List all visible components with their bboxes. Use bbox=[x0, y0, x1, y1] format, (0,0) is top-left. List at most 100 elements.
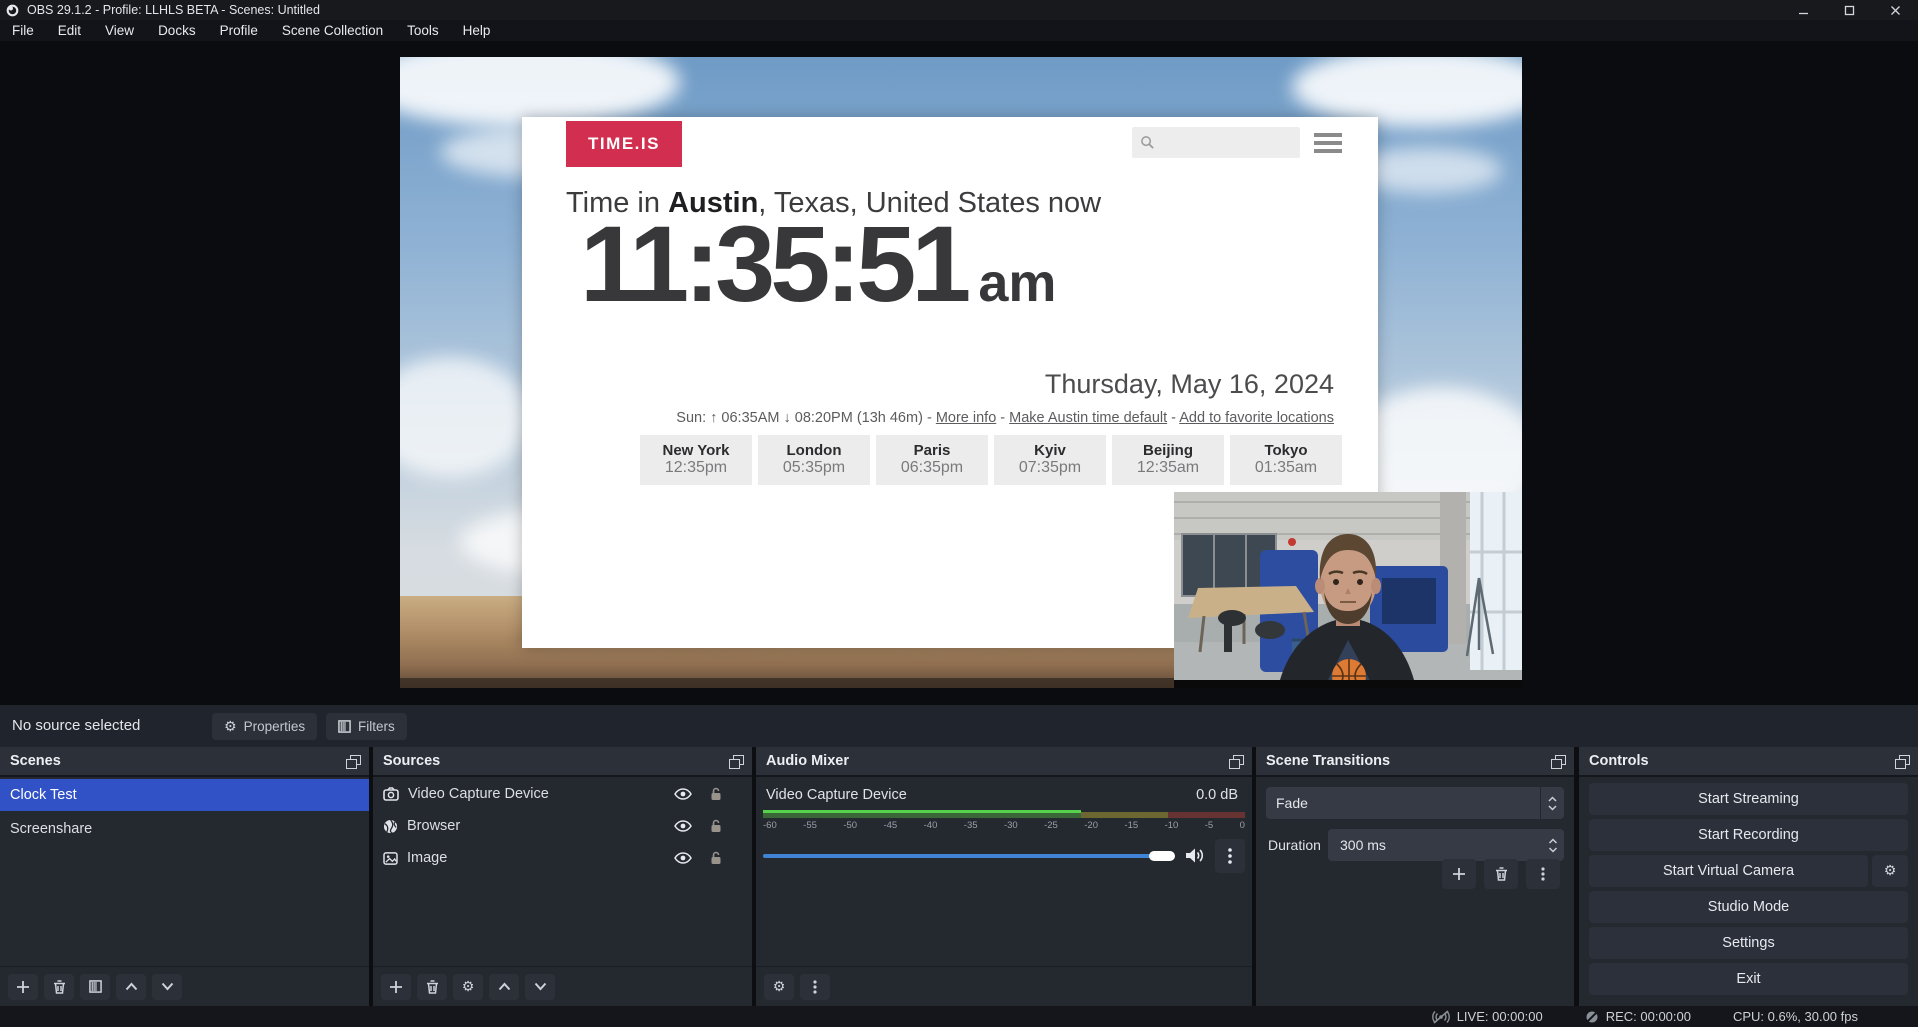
menu-profile[interactable]: Profile bbox=[208, 20, 270, 41]
advanced-audio-button[interactable]: ⚙ bbox=[764, 974, 794, 1000]
menu-docks[interactable]: Docks bbox=[146, 20, 208, 41]
add-source-button[interactable] bbox=[381, 974, 411, 1000]
visibility-eye-icon[interactable] bbox=[674, 788, 692, 800]
city-cell[interactable]: Beijing12:35am bbox=[1112, 435, 1224, 485]
source-properties-button[interactable]: ⚙ bbox=[453, 974, 483, 1000]
scene-item-clock-test[interactable]: Clock Test bbox=[0, 779, 369, 811]
remove-source-button[interactable] bbox=[417, 974, 447, 1000]
vertical-dots-icon bbox=[1541, 867, 1545, 881]
scene-item-screenshare[interactable]: Screenshare bbox=[0, 813, 369, 845]
menu-tools[interactable]: Tools bbox=[395, 20, 451, 41]
scenes-panel: Scenes Clock Test Screenshare bbox=[0, 747, 369, 1006]
studio-mode-button[interactable]: Studio Mode bbox=[1589, 891, 1908, 923]
start-virtual-camera-button[interactable]: Start Virtual Camera bbox=[1589, 855, 1868, 887]
menu-edit[interactable]: Edit bbox=[46, 20, 93, 41]
mixer-toolbar: ⚙ bbox=[756, 966, 1252, 1006]
filters-button[interactable]: Filters bbox=[326, 713, 407, 740]
remove-scene-button[interactable] bbox=[44, 974, 74, 1000]
preview-area[interactable]: TIME.IS Time in Austin, Texas, United St… bbox=[0, 41, 1918, 705]
select-spinner[interactable] bbox=[1540, 787, 1564, 819]
scenes-header[interactable]: Scenes bbox=[0, 747, 369, 777]
duration-spinner[interactable] bbox=[1548, 829, 1558, 861]
virtual-camera-settings-button[interactable]: ⚙ bbox=[1872, 855, 1908, 887]
mixer-channel-menu-button[interactable] bbox=[1215, 839, 1245, 873]
scene-transitions-panel: Scene Transitions Fade Duration 300 ms bbox=[1256, 747, 1574, 1006]
controls-header[interactable]: Controls bbox=[1579, 747, 1918, 777]
popout-icon[interactable] bbox=[346, 755, 360, 768]
source-row-browser[interactable]: Browser bbox=[373, 811, 752, 841]
transition-select[interactable]: Fade bbox=[1266, 787, 1564, 819]
more-info-link[interactable]: More info bbox=[936, 410, 996, 426]
move-scene-down-button[interactable] bbox=[152, 974, 182, 1000]
volume-slider-handle[interactable] bbox=[1149, 851, 1175, 861]
visibility-eye-icon[interactable] bbox=[674, 852, 692, 864]
city-cell[interactable]: Paris06:35pm bbox=[876, 435, 988, 485]
clock-time: 11:35:51 bbox=[580, 203, 966, 324]
sources-header[interactable]: Sources bbox=[373, 747, 752, 777]
popout-icon[interactable] bbox=[1895, 755, 1909, 768]
popout-icon[interactable] bbox=[1551, 755, 1565, 768]
menu-view[interactable]: View bbox=[93, 20, 146, 41]
make-default-link[interactable]: Make Austin time default bbox=[1009, 410, 1167, 426]
volume-slider[interactable] bbox=[763, 854, 1175, 858]
source-row-image[interactable]: Image bbox=[373, 843, 752, 873]
move-scene-up-button[interactable] bbox=[116, 974, 146, 1000]
start-streaming-button[interactable]: Start Streaming bbox=[1589, 783, 1908, 815]
menu-file[interactable]: File bbox=[0, 20, 46, 41]
city-cell[interactable]: Kyiv07:35pm bbox=[994, 435, 1106, 485]
lock-icon[interactable] bbox=[710, 851, 722, 865]
settings-button[interactable]: Settings bbox=[1589, 927, 1908, 959]
mixer-menu-button[interactable] bbox=[800, 974, 830, 1000]
chevron-up-icon bbox=[1548, 838, 1558, 844]
minimize-button[interactable] bbox=[1780, 0, 1826, 20]
remove-transition-button[interactable] bbox=[1484, 859, 1518, 889]
scene-filters-button[interactable] bbox=[80, 974, 110, 1000]
city-cell[interactable]: London05:35pm bbox=[758, 435, 870, 485]
menu-help[interactable]: Help bbox=[451, 20, 503, 41]
duration-spinbox[interactable]: 300 ms bbox=[1328, 829, 1564, 861]
plus-icon bbox=[16, 980, 30, 994]
visibility-eye-icon[interactable] bbox=[674, 820, 692, 832]
close-button[interactable] bbox=[1872, 0, 1918, 20]
menu-scene-collection[interactable]: Scene Collection bbox=[270, 20, 395, 41]
scenes-toolbar bbox=[0, 966, 369, 1006]
trash-icon bbox=[426, 980, 439, 994]
exit-button[interactable]: Exit bbox=[1589, 963, 1908, 995]
popout-icon[interactable] bbox=[1229, 755, 1243, 768]
lock-icon[interactable] bbox=[710, 819, 722, 833]
transitions-header[interactable]: Scene Transitions bbox=[1256, 747, 1574, 777]
transition-menu-button[interactable] bbox=[1526, 859, 1560, 889]
audio-mixer-header[interactable]: Audio Mixer bbox=[756, 747, 1252, 777]
vertical-dots-icon bbox=[813, 980, 817, 994]
source-row-video-capture[interactable]: Video Capture Device bbox=[373, 779, 752, 809]
plus-icon bbox=[1452, 867, 1466, 881]
globe-icon bbox=[383, 819, 398, 834]
popout-icon[interactable] bbox=[729, 755, 743, 768]
move-source-down-button[interactable] bbox=[525, 974, 555, 1000]
city-cell[interactable]: Tokyo01:35am bbox=[1230, 435, 1342, 485]
cloud bbox=[400, 357, 530, 477]
lock-icon[interactable] bbox=[710, 787, 722, 801]
hamburger-menu-icon[interactable] bbox=[1314, 133, 1342, 153]
audio-mixer-panel: Audio Mixer Video Capture Device 0.0 dB … bbox=[756, 747, 1252, 1006]
obs-window: OBS 29.1.2 - Profile: LLHLS BETA - Scene… bbox=[0, 0, 1918, 1027]
window-title: OBS 29.1.2 - Profile: LLHLS BETA - Scene… bbox=[27, 3, 320, 17]
trash-icon bbox=[53, 980, 66, 994]
speaker-icon[interactable] bbox=[1185, 847, 1204, 864]
scene-canvas[interactable]: TIME.IS Time in Austin, Texas, United St… bbox=[400, 57, 1522, 688]
start-recording-button[interactable]: Start Recording bbox=[1589, 819, 1908, 851]
chevron-down-icon bbox=[534, 982, 547, 991]
chevron-up-icon bbox=[125, 982, 138, 991]
city-cell[interactable]: New York12:35pm bbox=[640, 435, 752, 485]
search-input[interactable] bbox=[1132, 127, 1300, 158]
chevron-down-icon bbox=[1548, 847, 1558, 853]
properties-button[interactable]: ⚙ Properties bbox=[212, 713, 317, 740]
dock-area: Scenes Clock Test Screenshare bbox=[0, 747, 1918, 1006]
volume-meter bbox=[763, 810, 1245, 818]
move-source-up-button[interactable] bbox=[489, 974, 519, 1000]
timeis-logo[interactable]: TIME.IS bbox=[566, 121, 682, 167]
add-transition-button[interactable] bbox=[1442, 859, 1476, 889]
maximize-button[interactable] bbox=[1826, 0, 1872, 20]
add-scene-button[interactable] bbox=[8, 974, 38, 1000]
favorite-link[interactable]: Add to favorite locations bbox=[1179, 410, 1334, 426]
